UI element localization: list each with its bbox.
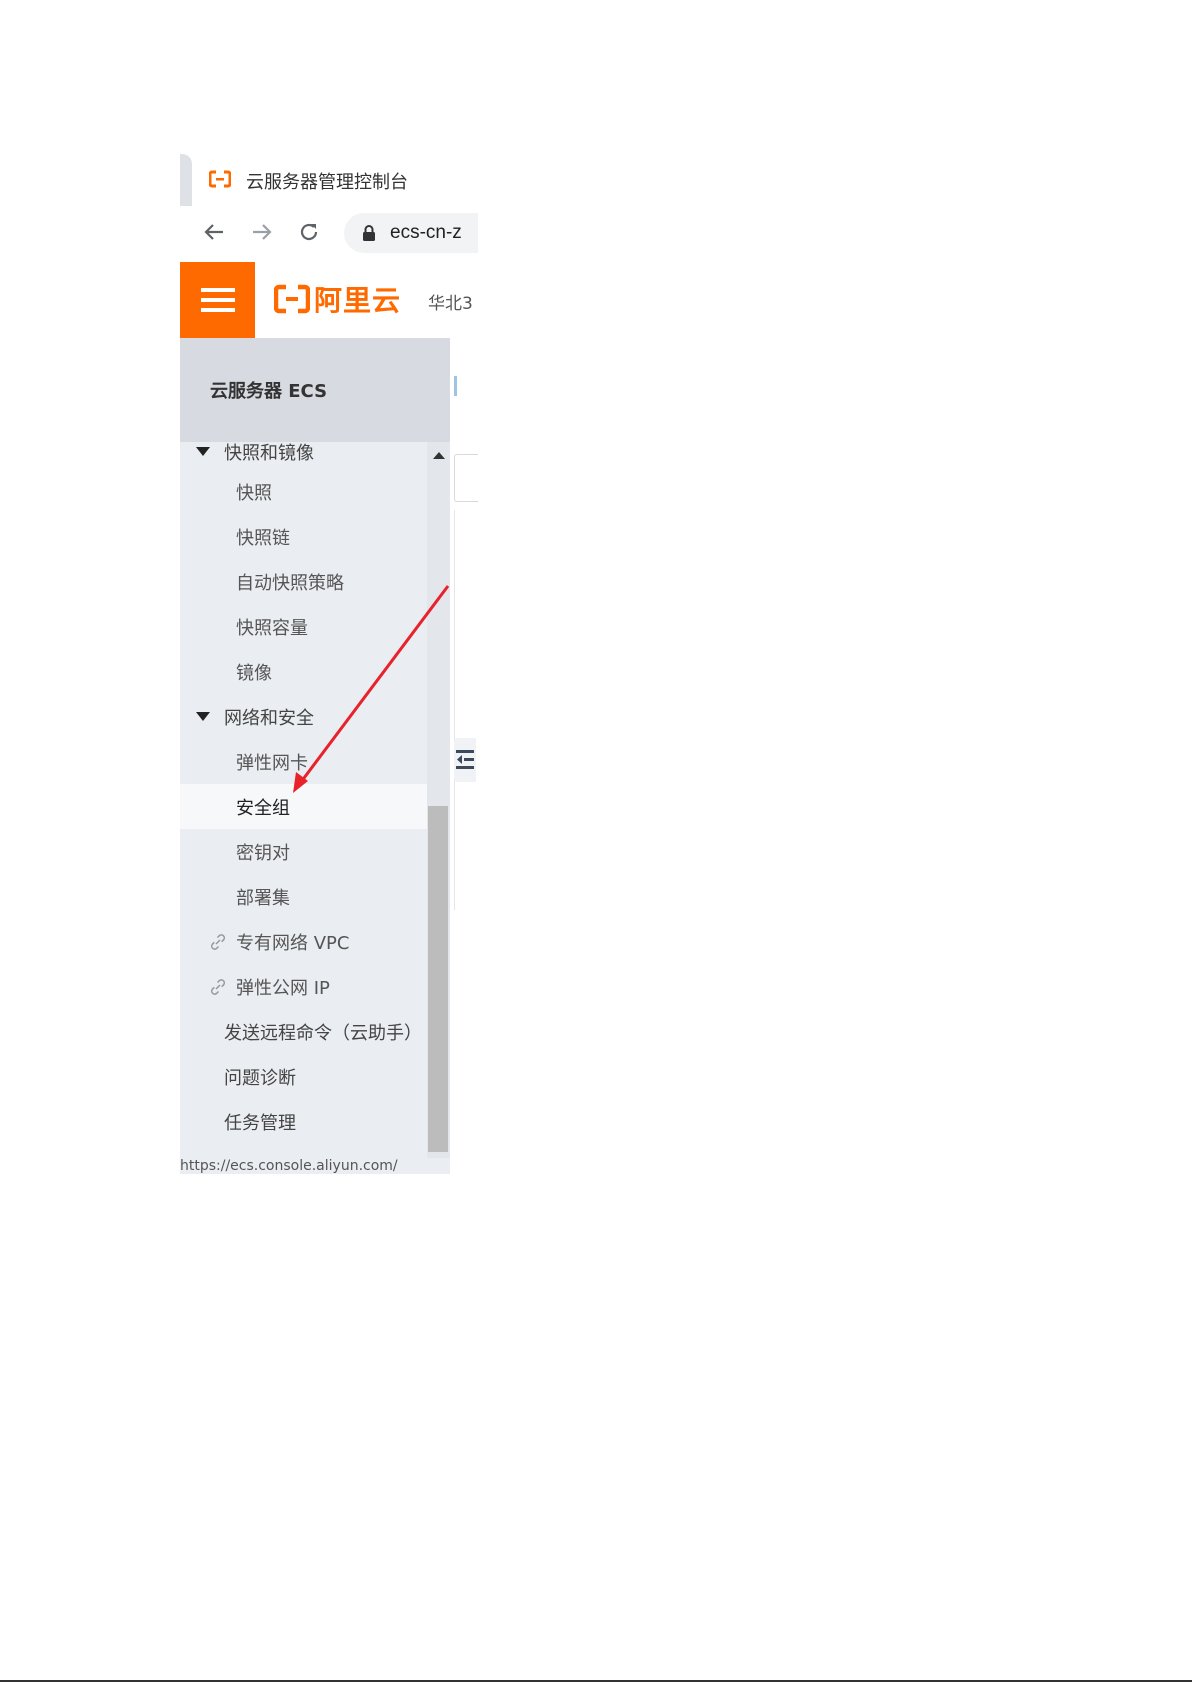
link-icon bbox=[210, 934, 226, 950]
back-arrow-icon[interactable] bbox=[198, 216, 230, 248]
forward-arrow-icon[interactable] bbox=[246, 216, 278, 248]
sidebar-item-snapshots[interactable]: 快照 bbox=[180, 469, 428, 514]
aliyun-favicon-icon bbox=[209, 170, 231, 188]
sidebar-nav: 快照和镜像 快照 快照链 自动快照策略 快照容量 镜像 网络和安全 弹性网卡 安… bbox=[180, 442, 428, 1162]
sidebar-title: 云服务器 ECS bbox=[210, 381, 328, 402]
sidebar-item-label: 密钥对 bbox=[236, 842, 290, 864]
caret-down-icon bbox=[196, 447, 210, 456]
sidebar-item-snapshot-chain[interactable]: 快照链 bbox=[180, 514, 428, 559]
sidebar-item-label: 弹性网卡 bbox=[236, 752, 308, 774]
sidebar-item-diagnostics[interactable]: 问题诊断 bbox=[180, 1054, 428, 1099]
sidebar-item-label: 专有网络 VPC bbox=[236, 932, 350, 954]
sidebar-item-label: 任务管理 bbox=[224, 1112, 296, 1134]
browser-toolbar: ecs-cn-z bbox=[180, 206, 478, 262]
sidebar-item-deployment-set[interactable]: 部署集 bbox=[180, 874, 428, 919]
sidebar-item-label: 发送远程命令（云助手） bbox=[224, 1022, 422, 1044]
sidebar-item-snapshot-capacity[interactable]: 快照容量 bbox=[180, 604, 428, 649]
reload-icon[interactable] bbox=[293, 216, 325, 248]
sidebar-item-label: 部署集 bbox=[236, 887, 290, 909]
browser-screenshot: 云服务器管理控制台 ecs-cn-z 阿里云 华北3 云服务器 ECS 快照和镜… bbox=[180, 154, 478, 1174]
sidebar: 云服务器 ECS 快照和镜像 快照 快照链 自动快照策略 快照容量 镜像 网络和… bbox=[180, 338, 450, 1174]
sidebar-item-key-pairs[interactable]: 密钥对 bbox=[180, 829, 428, 874]
status-bar-url: https://ecs.console.aliyun.com/ bbox=[180, 1158, 398, 1174]
sidebar-item-auto-snapshot-policy[interactable]: 自动快照策略 bbox=[180, 559, 428, 604]
previous-tab-edge[interactable] bbox=[180, 154, 192, 206]
page-bottom-rule bbox=[0, 1680, 1192, 1682]
lock-icon bbox=[363, 225, 375, 241]
main-content-edge bbox=[450, 338, 478, 1174]
main-table-edge bbox=[454, 510, 455, 910]
collapse-menu-icon bbox=[456, 750, 474, 769]
browser-tab-title[interactable]: 云服务器管理控制台 bbox=[246, 168, 408, 194]
sidebar-collapse-button[interactable] bbox=[454, 738, 476, 782]
sidebar-item-label: 安全组 bbox=[236, 797, 290, 819]
address-bar[interactable]: ecs-cn-z bbox=[344, 213, 478, 253]
link-icon bbox=[210, 979, 226, 995]
sidebar-item-elastic-nic[interactable]: 弹性网卡 bbox=[180, 739, 428, 784]
address-url: ecs-cn-z bbox=[390, 222, 462, 243]
sidebar-item-label: 问题诊断 bbox=[224, 1067, 296, 1089]
menu-toggle-button[interactable] bbox=[180, 262, 255, 338]
hamburger-icon bbox=[200, 288, 235, 312]
console-header: 阿里云 华北3 bbox=[180, 262, 478, 339]
sidebar-header: 云服务器 ECS bbox=[180, 338, 450, 442]
sidebar-item-label: 网络和安全 bbox=[224, 707, 314, 729]
sidebar-item-label: 快照容量 bbox=[236, 617, 308, 639]
aliyun-logo-icon[interactable] bbox=[274, 284, 310, 314]
main-search-box-edge[interactable] bbox=[454, 454, 478, 502]
sidebar-item-label: 快照 bbox=[236, 482, 272, 504]
sidebar-item-label: 镜像 bbox=[236, 662, 272, 684]
region-selector[interactable]: 华北3 bbox=[428, 289, 473, 314]
caret-down-icon bbox=[196, 712, 210, 721]
sidebar-item-label: 自动快照策略 bbox=[236, 572, 344, 594]
main-title-accent bbox=[454, 376, 457, 396]
sidebar-item-security-group[interactable]: 安全组 bbox=[180, 784, 428, 829]
sidebar-item-cloud-assistant[interactable]: 发送远程命令（云助手） bbox=[180, 1009, 428, 1054]
sidebar-group-network-security[interactable]: 网络和安全 bbox=[180, 694, 428, 739]
brand-name[interactable]: 阿里云 bbox=[314, 279, 401, 319]
sidebar-item-label: 弹性公网 IP bbox=[236, 977, 330, 999]
sidebar-item-vpc[interactable]: 专有网络 VPC bbox=[180, 919, 428, 964]
browser-tab-strip: 云服务器管理控制台 bbox=[180, 154, 478, 206]
sidebar-item-label: 快照和镜像 bbox=[224, 442, 314, 464]
sidebar-item-images[interactable]: 镜像 bbox=[180, 649, 428, 694]
sidebar-item-task-management[interactable]: 任务管理 bbox=[180, 1099, 428, 1144]
sidebar-item-eip[interactable]: 弹性公网 IP bbox=[180, 964, 428, 1009]
sidebar-scrollbar-thumb[interactable] bbox=[428, 806, 448, 1152]
scroll-up-arrow-icon[interactable] bbox=[433, 452, 445, 459]
sidebar-item-label: 快照链 bbox=[236, 527, 290, 549]
